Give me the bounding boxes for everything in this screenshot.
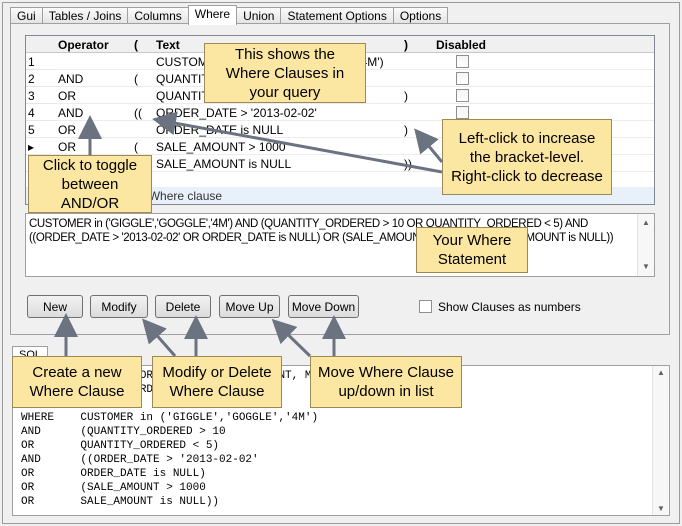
row-number[interactable]: 3 xyxy=(26,87,54,104)
row-number[interactable]: 1 xyxy=(26,53,54,70)
scroll-up-icon[interactable]: ▲ xyxy=(642,216,650,230)
operator-cell[interactable]: AND xyxy=(54,104,130,121)
show-clauses-checkbox[interactable] xyxy=(419,300,432,313)
row-number[interactable]: ▸ xyxy=(26,138,54,155)
operator-cell[interactable]: AND xyxy=(54,70,130,87)
statement-scrollbar[interactable]: ▲ ▼ xyxy=(637,214,654,276)
statement-line-1: CUSTOMER in ('GIGGLE','GOGGLE','4M') AND… xyxy=(29,218,588,230)
disabled-checkbox[interactable] xyxy=(456,89,469,102)
clause-text-cell[interactable]: ORDER_DATE is NULL xyxy=(152,121,400,138)
clause-text-cell[interactable]: SALE_AMOUNT > 1000 xyxy=(152,138,400,155)
operator-cell[interactable] xyxy=(54,53,130,70)
close-bracket-cell[interactable] xyxy=(400,104,430,121)
disabled-checkbox[interactable] xyxy=(456,72,469,85)
sql-scrollbar[interactable]: ▲ ▼ xyxy=(652,366,669,515)
show-clauses-label: Show Clauses as numbers xyxy=(438,300,581,314)
modify-button[interactable]: Modify xyxy=(90,295,148,318)
disabled-checkbox[interactable] xyxy=(456,106,469,119)
close-bracket-cell[interactable] xyxy=(400,138,430,155)
sql-line: OR QUANTITY_ORDERED < 5) xyxy=(21,440,220,452)
sql-line: OR ORDER_DATE is NULL) xyxy=(21,468,206,480)
close-bracket-cell[interactable]: ) xyxy=(400,121,430,138)
statement-line-2: ((ORDER_DATE > '2013-02-02' OR ORDER_DAT… xyxy=(29,232,614,244)
open-bracket-cell[interactable]: ( xyxy=(130,70,152,87)
operator-column-header[interactable]: Operator xyxy=(54,36,130,53)
move-down-button[interactable]: Move Down xyxy=(288,295,359,318)
clause-text-cell[interactable]: SALE_AMOUNT is NULL xyxy=(152,155,400,172)
tab-columns[interactable]: Columns xyxy=(127,7,189,24)
sql-line: WHERE CUSTOMER in ('GIGGLE','GOGGLE','4M… xyxy=(21,412,319,424)
move-up-button[interactable]: Move Up xyxy=(219,295,280,318)
open-bracket-cell[interactable]: (( xyxy=(130,104,152,121)
open-bracket-cell[interactable] xyxy=(130,53,152,70)
scroll-down-icon[interactable]: ▼ xyxy=(657,504,665,513)
tab-tables-joins[interactable]: Tables / Joins xyxy=(41,7,129,24)
row-number[interactable]: 4 xyxy=(26,104,54,121)
row-number[interactable]: 2 xyxy=(26,70,54,87)
callout-where-clauses: This shows the Where Clauses in your query xyxy=(204,43,366,103)
tab-options[interactable]: Options xyxy=(392,7,449,24)
tab-where[interactable]: Where xyxy=(187,5,238,25)
disabled-column-header[interactable]: Disabled xyxy=(430,36,654,53)
close-bracket-cell[interactable] xyxy=(400,70,430,87)
tab-strip: Gui Tables / Joins Columns Where Union S… xyxy=(10,5,449,25)
scroll-up-icon[interactable]: ▲ xyxy=(657,368,665,377)
disabled-checkbox[interactable] xyxy=(456,55,469,68)
callout-bracket-level: Left-click to increase the bracket-level.… xyxy=(442,119,612,195)
tab-statement-options[interactable]: Statement Options xyxy=(280,7,394,24)
callout-toggle-and-or: Click to toggle between AND/OR xyxy=(28,155,152,213)
operator-cell[interactable]: OR xyxy=(54,87,130,104)
close-bracket-cell[interactable]: ) xyxy=(400,87,430,104)
row-number[interactable]: 5 xyxy=(26,121,54,138)
sql-line: OR SALE_AMOUNT is NULL)) xyxy=(21,496,220,508)
close-bracket-cell[interactable] xyxy=(400,53,430,70)
where-statement-box[interactable]: CUSTOMER in ('GIGGLE','GOGGLE','4M') AND… xyxy=(25,213,655,277)
sql-line: AND ((ORDER_DATE > '2013-02-02' xyxy=(21,454,259,466)
tab-gui[interactable]: Gui xyxy=(10,7,43,24)
new-button[interactable]: New xyxy=(27,295,83,318)
open-bracket-cell[interactable]: ( xyxy=(130,138,152,155)
open-bracket-cell[interactable] xyxy=(130,87,152,104)
callout-create-clause: Create a new Where Clause xyxy=(12,356,142,408)
close-bracket-cell[interactable]: )) xyxy=(400,155,430,172)
delete-button[interactable]: Delete xyxy=(155,295,211,318)
tab-union[interactable]: Union xyxy=(236,7,282,24)
operator-cell[interactable]: OR xyxy=(54,138,130,155)
sql-line: AND (QUANTITY_ORDERED > 10 xyxy=(21,426,226,438)
grid-corner-header xyxy=(26,36,54,53)
scroll-down-icon[interactable]: ▼ xyxy=(642,260,650,274)
sql-line: OR (SALE_AMOUNT > 1000 xyxy=(21,482,206,494)
callout-move-clause: Move Where Clause up/down in list xyxy=(310,356,462,408)
open-bracket-cell[interactable] xyxy=(130,121,152,138)
open-bracket-column-header[interactable]: ( xyxy=(130,36,152,53)
close-bracket-column-header[interactable]: ) xyxy=(400,36,430,53)
callout-modify-delete: Modify or Delete Where Clause xyxy=(152,356,282,408)
operator-cell[interactable]: OR xyxy=(54,121,130,138)
callout-where-statement: Your Where Statement xyxy=(416,227,528,273)
clause-text-cell[interactable]: ORDER_DATE > '2013-02-02' xyxy=(152,104,400,121)
